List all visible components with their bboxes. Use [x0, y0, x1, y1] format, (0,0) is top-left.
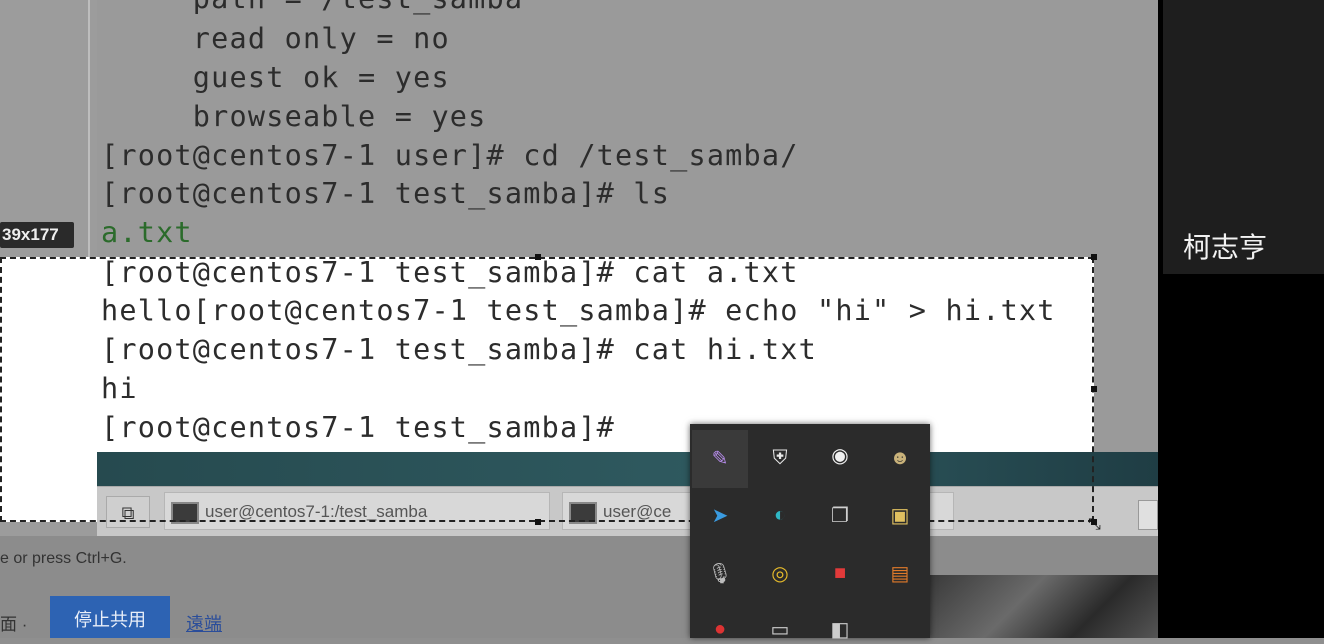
microphone-icon[interactable]: 🎙: [705, 558, 735, 588]
display-icon[interactable]: ▭: [765, 614, 795, 644]
terminal-line: a.txt: [101, 216, 193, 249]
telegram-icon[interactable]: ➤: [705, 500, 735, 530]
terminal-line: browseable = yes: [101, 100, 487, 133]
youdao-icon[interactable]: ■: [825, 558, 855, 588]
app-icon[interactable]: ◧: [825, 614, 855, 644]
edge-icon[interactable]: ◐: [765, 500, 795, 530]
resize-handle[interactable]: [1091, 386, 1097, 392]
resize-handle[interactable]: [535, 254, 541, 260]
window-edge: [1138, 500, 1158, 530]
resize-cursor-icon: ⤡: [1088, 516, 1101, 533]
terminal-line: [root@centos7-1 test_samba]# cat hi.txt: [101, 333, 817, 366]
host-label: 面 ·: [0, 615, 28, 634]
record-icon[interactable]: ◉: [825, 440, 855, 470]
character-icon[interactable]: ☻: [885, 443, 915, 473]
terminal-line: [root@centos7-1 user]# cd /test_samba/: [101, 139, 799, 172]
terminal-line: hello[root@centos7-1 test_samba]# echo "…: [101, 294, 1056, 327]
terminal-line: guest ok = yes: [101, 61, 450, 94]
window-icon[interactable]: ❐: [825, 500, 855, 530]
antivirus-icon[interactable]: ●: [705, 614, 735, 644]
taskbar-item-terminal-1[interactable]: user@centos7-1:/test_samba: [164, 492, 550, 530]
terminal-line: path = /test_samba: [101, 0, 523, 18]
terminal-line: [root@centos7-1 test_samba]# cat a.txt: [101, 256, 799, 289]
network-warning-icon[interactable]: ▣: [885, 500, 915, 530]
taskbar-item-label: user@ce: [603, 502, 672, 521]
scroll-icon[interactable]: ▤: [885, 558, 915, 588]
desktop-background: [97, 452, 1158, 486]
desktop-wallpaper: [930, 575, 1158, 638]
resize-handle[interactable]: [1091, 254, 1097, 260]
terminal-line: hi: [101, 372, 138, 405]
selection-size-label: 39x177: [0, 222, 74, 248]
terminal-line: [root@centos7-1 test_samba]# ls: [101, 177, 671, 210]
show-desktop-icon[interactable]: ⧉: [106, 496, 150, 528]
terminal-icon: [171, 501, 199, 524]
hint-text: e or press Ctrl+G.: [0, 550, 127, 567]
shield-alert-icon[interactable]: ⛨: [765, 443, 795, 473]
terminal-line: read only = no: [101, 22, 450, 55]
terminal-icon: [569, 501, 597, 524]
feather-icon[interactable]: ✎: [705, 443, 735, 473]
taskbar-item-label: user@centos7-1:/test_samba: [205, 502, 428, 521]
remote-link[interactable]: 遠端: [186, 610, 222, 636]
participant-name: 柯志亨: [1183, 232, 1268, 263]
chrome-icon[interactable]: ◎: [765, 558, 795, 588]
resize-handle[interactable]: [535, 519, 541, 525]
terminal-prompt: [root@centos7-1 test_samba]#: [101, 411, 616, 444]
stop-sharing-button[interactable]: 停止共用: [50, 596, 170, 638]
